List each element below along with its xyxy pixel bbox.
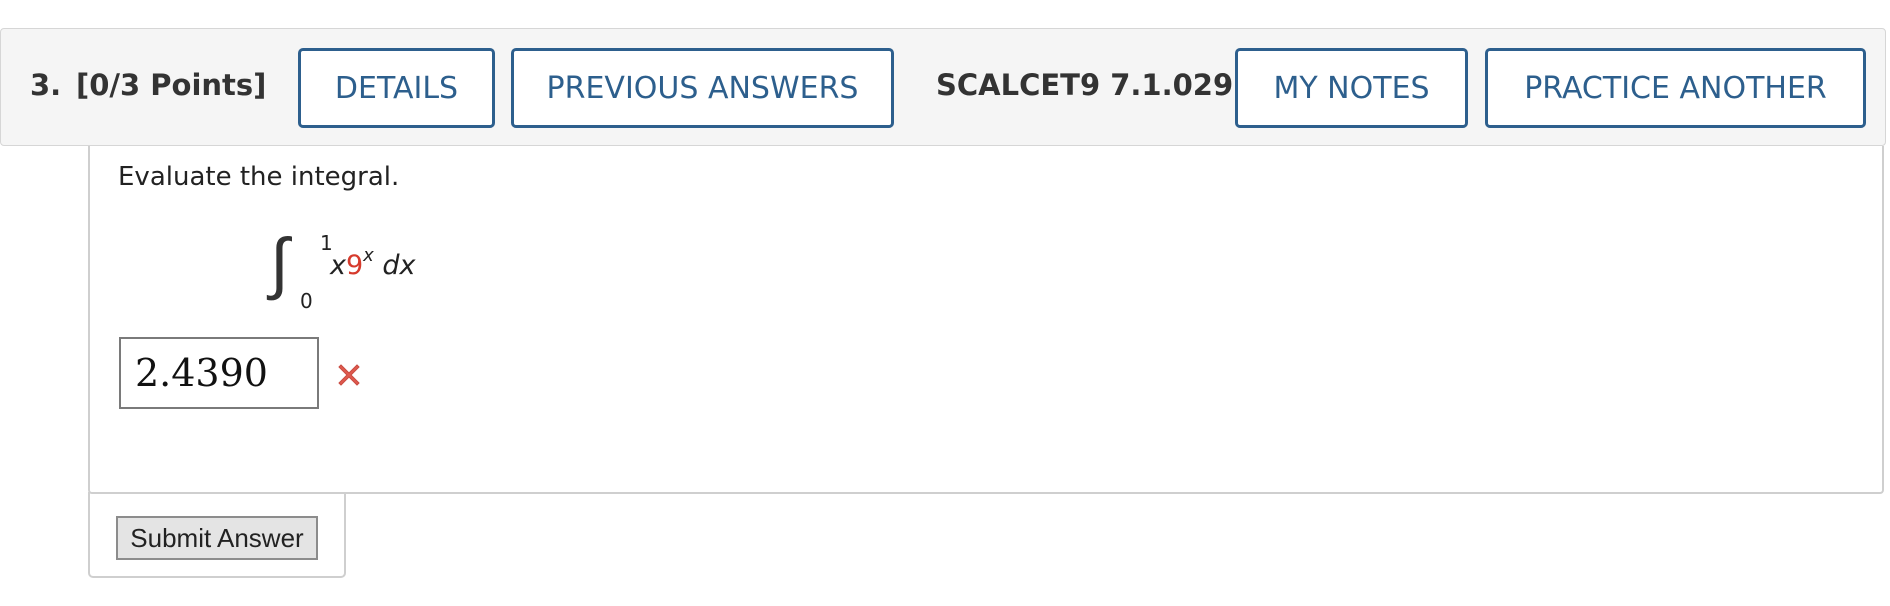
integrand-variable: x xyxy=(330,250,346,281)
integral-sign: ∫ xyxy=(270,224,289,303)
integrand-differential: dx xyxy=(382,250,416,281)
integrand: x9x dx xyxy=(330,245,416,281)
previous-answers-button[interactable]: PREVIOUS ANSWERS xyxy=(511,48,894,128)
answer-input[interactable] xyxy=(119,337,319,409)
details-button[interactable]: DETAILS xyxy=(298,48,495,128)
integral-expression: ∫ 1 0 x9x dx xyxy=(270,226,470,326)
problem-code: SCALCET9 7.1.029. xyxy=(936,68,1245,102)
integrand-base: 9 xyxy=(345,250,364,281)
my-notes-button[interactable]: MY NOTES xyxy=(1235,48,1468,128)
question-points: [0/3 Points] xyxy=(76,68,267,102)
incorrect-x-icon xyxy=(338,364,360,386)
integrand-exponent: x xyxy=(363,245,374,266)
practice-another-button[interactable]: PRACTICE ANOTHER xyxy=(1485,48,1866,128)
submit-answer-button[interactable]: Submit Answer xyxy=(116,516,318,560)
integral-lower-limit: 0 xyxy=(300,289,313,313)
problem-prompt: Evaluate the integral. xyxy=(118,162,400,192)
question-number: 3. xyxy=(30,68,62,102)
